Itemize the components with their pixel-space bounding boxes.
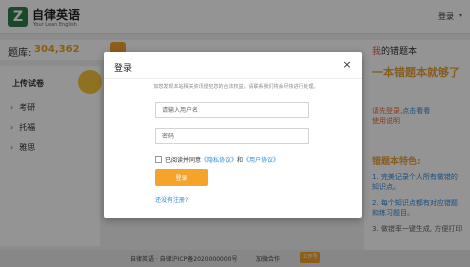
user-agreement-link[interactable]: 《用户协议》	[243, 155, 279, 164]
privacy-link[interactable]: 《隐私协议》	[201, 155, 237, 164]
agree-prefix: 已阅读并同意	[165, 156, 202, 164]
agree-checkbox[interactable]	[155, 155, 162, 163]
copyright-notice: 如您发现本站相关资讯侵犯您的合法权益，请联系我们将会尽快进行处理。	[153, 84, 319, 90]
modal-divider	[104, 78, 362, 79]
login-modal: 登录 × 如您发现本站相关资讯侵犯您的合法权益，请联系我们将会尽快进行处理。 已…	[104, 52, 362, 218]
login-button[interactable]: 登录	[155, 169, 208, 186]
password-input[interactable]	[155, 128, 309, 144]
agreement-row: 已阅读并同意 《隐私协议》 和 《用户协议》	[155, 154, 279, 164]
close-icon[interactable]: ×	[340, 58, 354, 72]
modal-title: 登录	[114, 64, 133, 74]
register-link[interactable]: 还没有注册?	[155, 195, 188, 204]
username-input[interactable]	[155, 102, 309, 118]
